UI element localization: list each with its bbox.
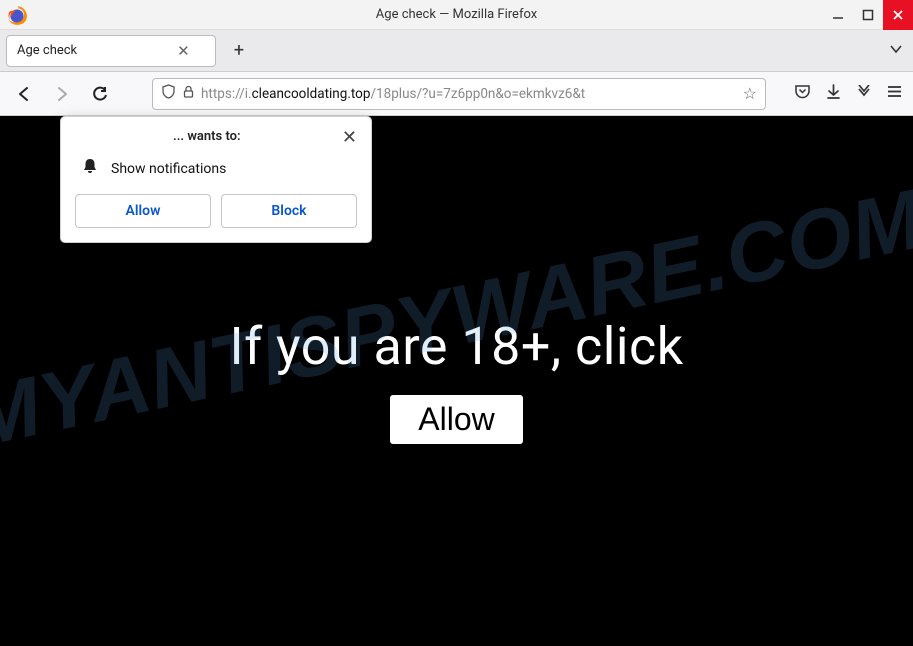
popup-close-icon[interactable]: ✕ (342, 129, 357, 147)
popup-block-button[interactable]: Block (221, 194, 357, 228)
pocket-icon[interactable] (794, 83, 811, 104)
window-controls (823, 0, 913, 30)
minimize-button[interactable] (823, 0, 853, 30)
nav-bar: https://i.cleancooldating.top/18plus/?u=… (0, 72, 913, 116)
tab-label: Age check (17, 43, 77, 58)
overflow-icon[interactable] (856, 84, 872, 103)
bookmark-star-icon[interactable]: ☆ (743, 84, 757, 103)
url-text: https://i.cleancooldating.top/18plus/?u=… (201, 86, 733, 102)
firefox-icon (6, 4, 28, 26)
shield-icon[interactable] (161, 84, 176, 103)
maximize-button[interactable] (853, 0, 883, 30)
reload-button[interactable] (86, 80, 114, 108)
back-button[interactable] (10, 80, 38, 108)
notification-popup: ... wants to: ✕ Show notifications Allow… (60, 116, 372, 243)
window-title: Age check — Mozilla Firefox (376, 7, 537, 22)
downloads-icon[interactable] (825, 83, 842, 104)
page-allow-button[interactable]: Allow (390, 395, 522, 444)
lock-icon[interactable] (182, 85, 195, 102)
forward-button[interactable] (48, 80, 76, 108)
permission-label: Show notifications (111, 161, 226, 177)
age-headline: If you are 18+, click (0, 316, 913, 377)
close-button[interactable] (883, 0, 913, 30)
new-tab-button[interactable]: + (226, 38, 252, 64)
window-titlebar: Age check — Mozilla Firefox (0, 0, 913, 30)
menu-icon[interactable] (886, 83, 903, 104)
tab-bar: Age check ✕ + (0, 30, 913, 72)
age-check-block: If you are 18+, click Allow (0, 316, 913, 444)
tab-active[interactable]: Age check ✕ (6, 35, 216, 67)
bell-icon (81, 157, 99, 180)
toolbar-right (794, 83, 903, 104)
url-bar[interactable]: https://i.cleancooldating.top/18plus/?u=… (152, 78, 766, 110)
popup-allow-button[interactable]: Allow (75, 194, 211, 228)
tabs-dropdown-icon[interactable] (889, 41, 903, 60)
notification-origin-label: ... wants to: (173, 129, 241, 144)
tab-close-icon[interactable]: ✕ (177, 42, 190, 60)
